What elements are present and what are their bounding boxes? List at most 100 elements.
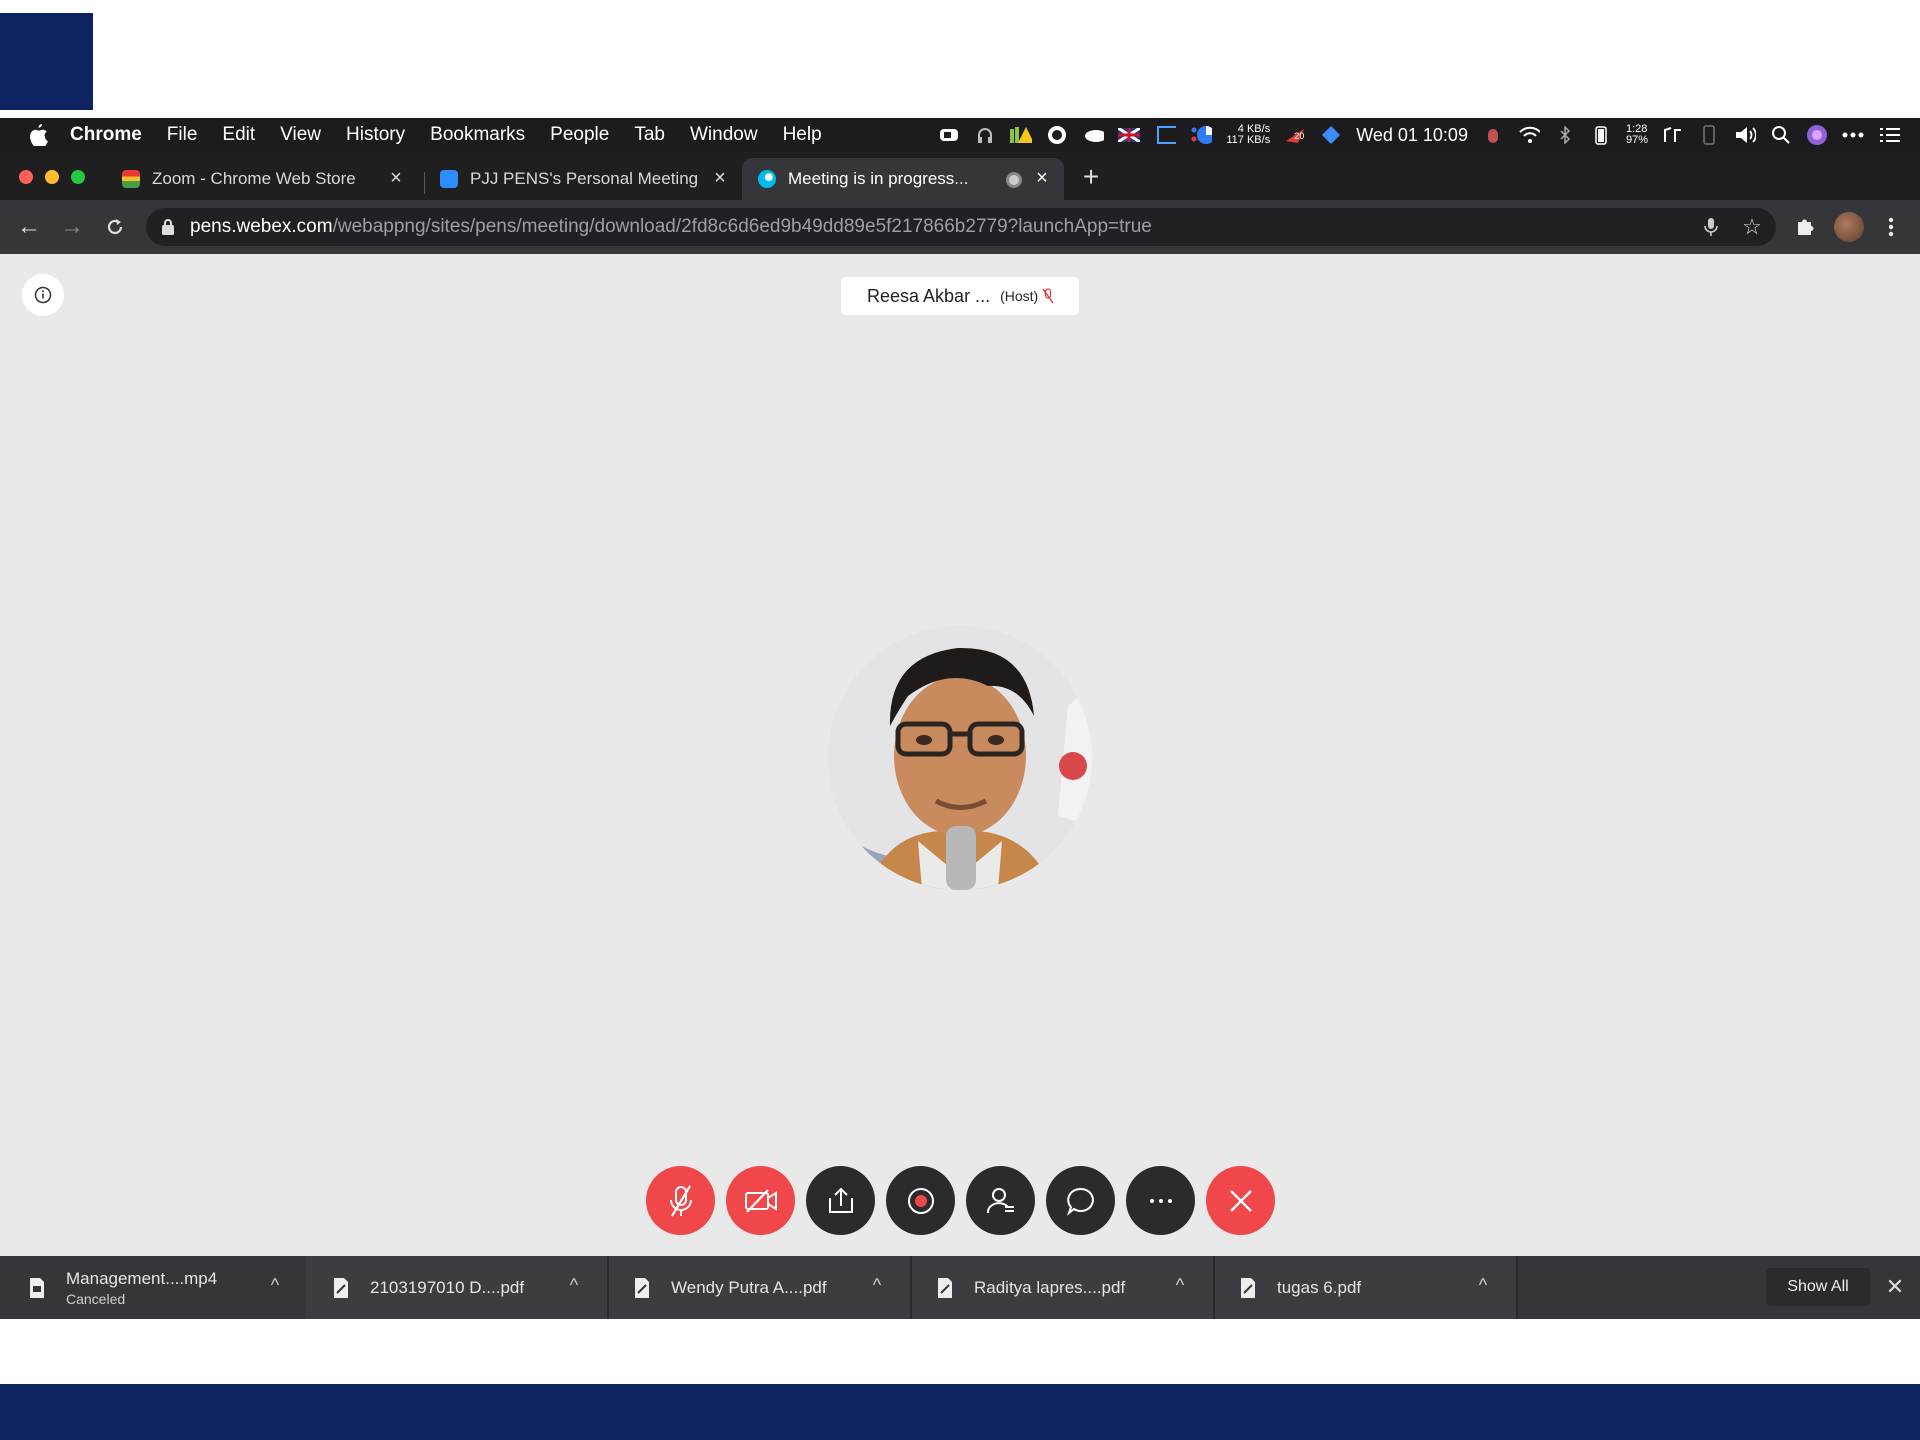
microphone-icon[interactable] [1696, 212, 1726, 242]
web-store-icon [122, 170, 140, 188]
menu-app-chrome[interactable]: Chrome [70, 124, 142, 146]
address-bar[interactable]: pens.webex.com/webappng/sites/pens/meeti… [146, 208, 1776, 246]
bluetooth-icon[interactable] [1554, 125, 1576, 145]
download-filename: Raditya lapres....pdf [974, 1277, 1126, 1297]
participant-avatar [828, 626, 1092, 890]
share-icon [828, 1187, 853, 1213]
chevron-up-icon[interactable]: ^ [565, 1275, 583, 1295]
chevron-up-icon[interactable]: ^ [1171, 1275, 1189, 1295]
profile-avatar[interactable] [1834, 212, 1864, 242]
slide-corner-block [0, 13, 93, 110]
tab-close-icon[interactable]: × [386, 167, 406, 189]
pdf-file-icon [635, 1277, 649, 1298]
menu-edit[interactable]: Edit [222, 124, 255, 146]
tab-close-icon[interactable]: × [710, 167, 730, 189]
tab-title: PJJ PENS's Personal Meeting R [470, 169, 700, 188]
volume-icon[interactable] [1734, 125, 1756, 145]
more-icon [1149, 1198, 1172, 1203]
record-button[interactable] [886, 1166, 955, 1235]
chevron-up-icon[interactable]: ^ [1474, 1275, 1492, 1295]
menu-history[interactable]: History [346, 124, 405, 146]
tab-title: Zoom - Chrome Web Store [152, 169, 356, 188]
show-all-downloads-button[interactable]: Show All [1766, 1268, 1870, 1306]
battery-icon[interactable] [1590, 125, 1612, 145]
reload-button[interactable] [100, 212, 130, 242]
url-host: pens.webex.com [190, 216, 333, 237]
menu-tab[interactable]: Tab [634, 124, 665, 146]
spotlight-search-icon[interactable] [1770, 125, 1792, 145]
apple-icon[interactable] [26, 123, 50, 147]
cloud-icon[interactable] [1082, 125, 1105, 145]
menu-view[interactable]: View [280, 124, 321, 146]
diamond-icon[interactable] [1320, 125, 1342, 145]
tab-title: Meeting is in progress... [788, 169, 969, 188]
tab-close-icon[interactable]: × [1032, 167, 1052, 189]
bookmark-star-icon[interactable]: ☆ [1737, 212, 1767, 242]
tab-meeting-in-progress[interactable]: Meeting is in progress... × [742, 158, 1064, 200]
minimize-window-button[interactable] [45, 170, 59, 184]
back-button[interactable]: ← [14, 212, 44, 242]
more-dots-icon[interactable] [1842, 125, 1864, 145]
meeting-controls [646, 1166, 1275, 1235]
maximize-window-button[interactable] [71, 170, 85, 184]
info-icon [34, 286, 52, 304]
mic-muted-icon [1042, 288, 1054, 304]
zoom-favicon-icon [440, 170, 458, 188]
participant-name: Reesa Akbar ... [867, 285, 991, 306]
flag-uk-icon[interactable] [1118, 125, 1141, 145]
headphones-icon[interactable] [974, 125, 996, 145]
tab-pjj-pens-meeting[interactable]: PJJ PENS's Personal Meeting R × [424, 158, 742, 200]
clock[interactable]: Wed 01 10:09 [1356, 125, 1468, 146]
close-window-button[interactable] [19, 170, 33, 184]
slide-footer-bar [0, 1384, 1920, 1440]
screenshot: Chrome File Edit View History Bookmarks … [0, 118, 1920, 1319]
close-icon [1229, 1189, 1252, 1212]
slide: Chrome File Edit View History Bookmarks … [0, 0, 1920, 1440]
download-item[interactable]: Raditya lapres....pdf ^ [912, 1256, 1215, 1319]
siri-icon[interactable] [1806, 125, 1828, 145]
share-button[interactable] [806, 1166, 875, 1235]
download-item[interactable]: Management....mp4 Canceled ^ [28, 1256, 308, 1319]
video-button[interactable] [726, 1166, 795, 1235]
mac-menubar: Chrome File Edit View History Bookmarks … [0, 118, 1920, 152]
close-shelf-icon[interactable]: ✕ [1884, 1274, 1906, 1299]
chevron-up-icon[interactable]: ^ [868, 1275, 886, 1295]
more-options-button[interactable] [1126, 1166, 1195, 1235]
window-controls [19, 170, 85, 184]
participants-button[interactable] [966, 1166, 1035, 1235]
tab-zoom-web-store[interactable]: Zoom - Chrome Web Store × [106, 158, 418, 200]
zoom-status-icon[interactable] [938, 125, 960, 145]
monitor-icon[interactable] [1154, 125, 1177, 145]
download-filename: Wendy Putra A....pdf [671, 1277, 827, 1297]
wifi-icon[interactable] [1518, 125, 1540, 145]
warning-icon[interactable] [1010, 125, 1033, 145]
input-method-icon[interactable] [1662, 125, 1684, 145]
chat-button[interactable] [1046, 1166, 1115, 1235]
pie-status-icon[interactable] [1190, 125, 1213, 145]
circle-status-icon[interactable] [1046, 125, 1068, 145]
chevron-up-icon[interactable]: ^ [266, 1275, 284, 1295]
tab-strip: Zoom - Chrome Web Store × PJJ PENS's Per… [0, 152, 1920, 200]
extensions-puzzle-icon[interactable] [1790, 212, 1820, 242]
hand-icon[interactable] [1482, 125, 1504, 145]
status-area: 4 KB/s 117 KB/s 20 Wed 01 10:09 1:28 97% [938, 118, 1900, 152]
menu-file[interactable]: File [167, 124, 198, 146]
menu-window[interactable]: Window [690, 124, 758, 146]
notification-badge-icon[interactable]: 20 [1284, 125, 1306, 145]
download-item[interactable]: 2103197010 D....pdf ^ [306, 1256, 609, 1319]
menu-people[interactable]: People [550, 124, 609, 146]
meeting-info-button[interactable] [22, 274, 64, 316]
webex-favicon-icon [758, 170, 776, 188]
forward-button[interactable]: → [57, 212, 87, 242]
leave-meeting-button[interactable] [1206, 1166, 1275, 1235]
control-center-icon[interactable] [1878, 125, 1900, 145]
phone-icon[interactable] [1698, 125, 1720, 145]
download-item[interactable]: tugas 6.pdf ^ [1215, 1256, 1518, 1319]
menu-bookmarks[interactable]: Bookmarks [430, 124, 525, 146]
mute-button[interactable] [646, 1166, 715, 1235]
chrome-menu-icon[interactable] [1876, 212, 1906, 242]
recording-indicator-icon [1006, 172, 1022, 188]
new-tab-button[interactable]: + [1080, 163, 1102, 191]
download-item[interactable]: Wendy Putra A....pdf ^ [609, 1256, 912, 1319]
menu-help[interactable]: Help [783, 124, 822, 146]
